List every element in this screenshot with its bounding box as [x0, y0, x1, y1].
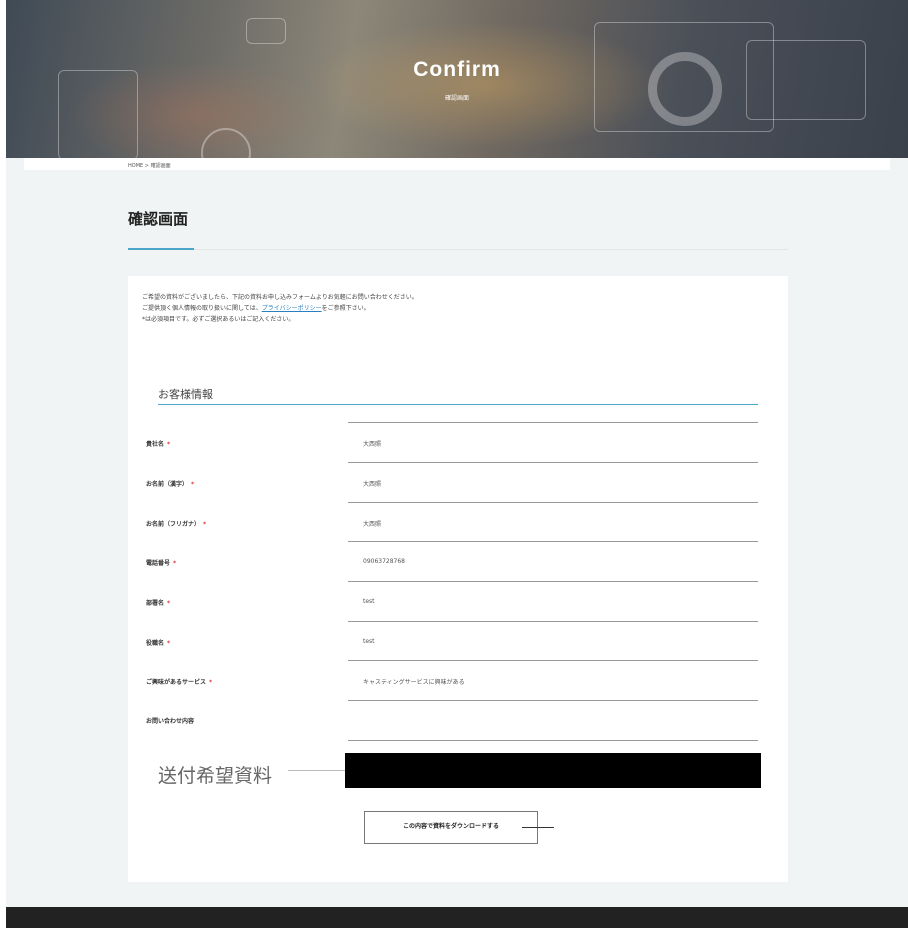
docs-section-title: 送付希望資料	[158, 765, 273, 787]
row-divider	[348, 621, 758, 622]
intro-line: *は必須項目です。必ずご選択あるいはご記入ください。	[142, 316, 295, 323]
row-divider	[348, 422, 758, 423]
required-mark: *	[167, 640, 171, 647]
field-value-name-kana: 大西照	[363, 521, 382, 528]
field-value-department: test	[363, 598, 375, 605]
intro-line: ご希望の資料がございましたら、下記の資料お申し込みフォームよりお気軽にお問い合わ…	[142, 294, 418, 301]
row-divider	[348, 740, 758, 741]
download-button[interactable]: この内容で資料をダウンロードする	[364, 811, 538, 844]
field-label-department: 部署名 *	[146, 600, 171, 607]
field-value-service: キャスティングサービスに興味がある	[363, 679, 465, 686]
row-divider	[348, 581, 758, 582]
row-divider	[348, 462, 758, 463]
field-label-position: 役職名 *	[146, 640, 171, 647]
row-divider	[348, 502, 758, 503]
title-accent-line	[128, 248, 194, 250]
row-divider	[348, 660, 758, 661]
page-title: 確認画面	[128, 210, 189, 228]
hero-title: Confirm	[413, 58, 501, 81]
docs-title-line	[288, 770, 348, 771]
confirm-card: ご希望の資料がございましたら、下記の資料お申し込みフォームよりお気軽にお問い合わ…	[128, 276, 788, 882]
section-divider	[158, 404, 758, 405]
footer	[6, 907, 908, 928]
required-mark: *	[173, 560, 177, 567]
field-value-name-kanji: 大西照	[363, 481, 382, 488]
hero-banner: Confirm 確認画面	[6, 0, 908, 158]
required-mark: *	[209, 679, 213, 686]
breadcrumb-separator: >	[144, 163, 149, 169]
intro-text: ご希望の資料がございましたら、下記の資料お申し込みフォームよりお気軽にお問い合わ…	[142, 292, 418, 325]
breadcrumb-current: 確認画面	[150, 163, 171, 169]
redacted-docs-area	[345, 753, 761, 788]
field-label-company: 貴社名 *	[146, 441, 171, 448]
breadcrumb: HOME > 確認画面	[128, 162, 171, 169]
field-value-company: 大西照	[363, 441, 382, 448]
field-label-inquiry: お問い合わせ内容	[146, 718, 195, 725]
title-divider	[128, 249, 788, 250]
section-title: お客様情報	[158, 388, 213, 401]
field-value-position: test	[363, 638, 375, 645]
privacy-policy-link[interactable]: プライバシーポリシー	[262, 305, 322, 312]
hero-frame	[246, 18, 286, 44]
required-mark: *	[167, 600, 171, 607]
download-arrow-line	[522, 827, 554, 828]
field-label-name-kana: お名前（フリガナ） *	[146, 521, 207, 528]
row-divider	[348, 541, 758, 542]
field-label-service: ご興味があるサービス *	[146, 679, 213, 686]
field-value-phone: 09063728768	[363, 558, 405, 565]
hero-subtitle: 確認画面	[444, 95, 469, 102]
breadcrumb-home-link[interactable]: HOME	[128, 163, 143, 169]
required-mark: *	[191, 481, 195, 488]
required-mark: *	[167, 441, 171, 448]
required-mark: *	[203, 521, 207, 528]
field-label-name-kanji: お名前（漢字） *	[146, 481, 195, 488]
field-label-phone: 電話番号 *	[146, 560, 177, 567]
row-divider	[348, 700, 758, 701]
intro-line: ご提供頂く個人情報の取り扱いに関しては、プライバシーポリシーをご参照下さい。	[142, 305, 370, 312]
hero-frame	[58, 70, 138, 158]
